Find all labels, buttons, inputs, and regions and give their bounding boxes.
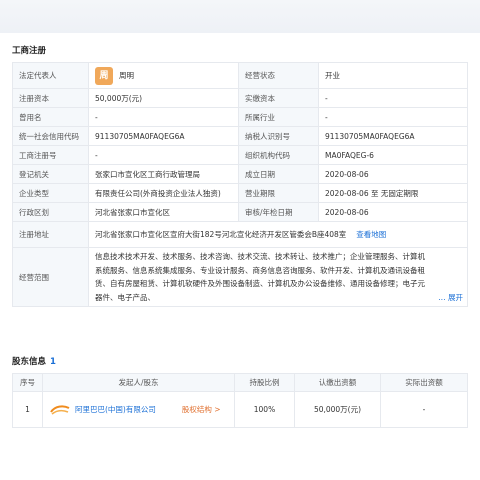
table-row: 企业类型 有限责任公司(外商投资企业法人独资) 营业期限 2020-08-06 … [12, 183, 468, 203]
field-label: 纳税人识别号 [238, 126, 319, 146]
address-value: 河北省张家口市宣化区宣府大街182号河北宣化经济开发区管委会B座408室 [95, 230, 347, 239]
table-row: 行政区划 河北省张家口市宣化区 审核/年检日期 2020-08-06 [12, 202, 468, 222]
field-value: - [318, 88, 468, 108]
field-value: 91130705MA0FAQEG6A [88, 126, 239, 146]
field-label: 经营状态 [238, 62, 319, 89]
address-cell: 河北省张家口市宣化区宣府大街182号河北宣化经济开发区管委会B座408室 查看地图 [88, 221, 468, 248]
subscribed-capital: 50,000万(元) [294, 391, 381, 428]
table-row: 登记机关 张家口市宣化区工商行政管理局 成立日期 2020-08-06 [12, 164, 468, 184]
field-value: 开业 [318, 62, 468, 89]
section-title-shareholders: 股东信息 1 [12, 355, 56, 367]
field-label: 实缴资本 [238, 88, 319, 108]
equity-structure-link[interactable]: 股权结构 > [182, 405, 221, 414]
row-index: 1 [12, 391, 43, 428]
top-strip [0, 0, 480, 33]
table-header-row: 序号 发起人/股东 持股比例 认缴出资额 实际出资额 [12, 373, 468, 392]
field-label: 组织机构代码 [238, 145, 319, 165]
table-row: 经营范围 信息技术技术开发、技术服务、技术咨询、技术交流、技术转让、技术推广；企… [12, 247, 468, 307]
avatar: 周 [95, 66, 113, 85]
expand-label[interactable]: 展开 [448, 293, 463, 302]
table-row: 1 阿里巴巴(中国)有限公司 股权结构 > 100% 50,000万(元) - [12, 391, 468, 428]
table-row: 统一社会信用代码 91130705MA0FAQEG6A 纳税人识别号 91130… [12, 126, 468, 146]
field-value: 50,000万(元) [88, 88, 239, 108]
field-value: 有限责任公司(外商投资企业法人独资) [88, 183, 239, 203]
business-scope-value: 信息技术技术开发、技术服务、技术咨询、技术交流、技术转让、技术推广；企业管理服务… [95, 252, 425, 302]
field-label: 所属行业 [238, 107, 319, 127]
field-label: 注册地址 [12, 221, 89, 248]
shareholder-cell: 阿里巴巴(中国)有限公司 股权结构 > [42, 391, 235, 428]
field-label: 工商注册号 [12, 145, 89, 165]
field-label: 经营范围 [12, 247, 89, 307]
field-value: - [88, 107, 239, 127]
column-header-paid: 实际出资额 [380, 373, 468, 392]
registration-table: 法定代表人 周周明 经营状态 开业 注册资本 50,000万(元) 实缴资本 -… [12, 62, 468, 307]
field-label: 审核/年检日期 [238, 202, 319, 222]
field-label: 营业期限 [238, 183, 319, 203]
shareholding-ratio: 100% [234, 391, 295, 428]
shareholder-name-link[interactable]: 阿里巴巴(中国)有限公司 [75, 405, 156, 414]
column-header-index: 序号 [12, 373, 43, 392]
field-value: - [318, 107, 468, 127]
field-label: 企业类型 [12, 183, 89, 203]
paid-capital: - [380, 391, 468, 428]
field-value: 河北省张家口市宣化区 [88, 202, 239, 222]
column-header-shareholder: 发起人/股东 [42, 373, 235, 392]
field-value: 2020-08-06 至 无固定期限 [318, 183, 468, 203]
field-value: - [88, 145, 239, 165]
field-label: 成立日期 [238, 164, 319, 184]
field-value: 张家口市宣化区工商行政管理局 [88, 164, 239, 184]
table-row: 曾用名 - 所属行业 - [12, 107, 468, 127]
scope-cell: 信息技术技术开发、技术服务、技术咨询、技术交流、技术转让、技术推广；企业管理服务… [88, 247, 468, 307]
expand-link[interactable]: … 展开 [436, 290, 463, 304]
field-value: 2020-08-06 [318, 202, 468, 222]
business-scope-text: 信息技术技术开发、技术服务、技术咨询、技术交流、技术转让、技术推广；企业管理服务… [95, 250, 463, 304]
table-row: 工商注册号 - 组织机构代码 MA0FAQEG-6 [12, 145, 468, 165]
legal-representative-cell[interactable]: 周周明 [88, 62, 239, 89]
alibaba-logo-icon [49, 403, 71, 417]
view-map-link[interactable]: 查看地图 [356, 230, 386, 239]
field-label: 登记机关 [12, 164, 89, 184]
field-value: MA0FAQEG-6 [318, 145, 468, 165]
shareholders-table: 序号 发起人/股东 持股比例 认缴出资额 实际出资额 1 阿里巴巴(中国)有限公… [12, 373, 468, 428]
field-value: 91130705MA0FAQEG6A [318, 126, 468, 146]
legal-representative-name[interactable]: 周明 [119, 71, 134, 80]
field-label: 行政区划 [12, 202, 89, 222]
shareholders-title: 股东信息 [12, 357, 47, 367]
field-value: 2020-08-06 [318, 164, 468, 184]
field-label: 注册资本 [12, 88, 89, 108]
table-row: 法定代表人 周周明 经营状态 开业 [12, 62, 468, 89]
field-label: 统一社会信用代码 [12, 126, 89, 146]
field-label: 曾用名 [12, 107, 89, 127]
field-label: 法定代表人 [12, 62, 89, 89]
shareholders-count: 1 [50, 357, 56, 367]
column-header-ratio: 持股比例 [234, 373, 295, 392]
section-title-registration: 工商注册 [12, 46, 47, 56]
column-header-subscribed: 认缴出资额 [294, 373, 381, 392]
table-row: 注册地址 河北省张家口市宣化区宣府大街182号河北宣化经济开发区管委会B座408… [12, 221, 468, 248]
table-row: 注册资本 50,000万(元) 实缴资本 - [12, 88, 468, 108]
